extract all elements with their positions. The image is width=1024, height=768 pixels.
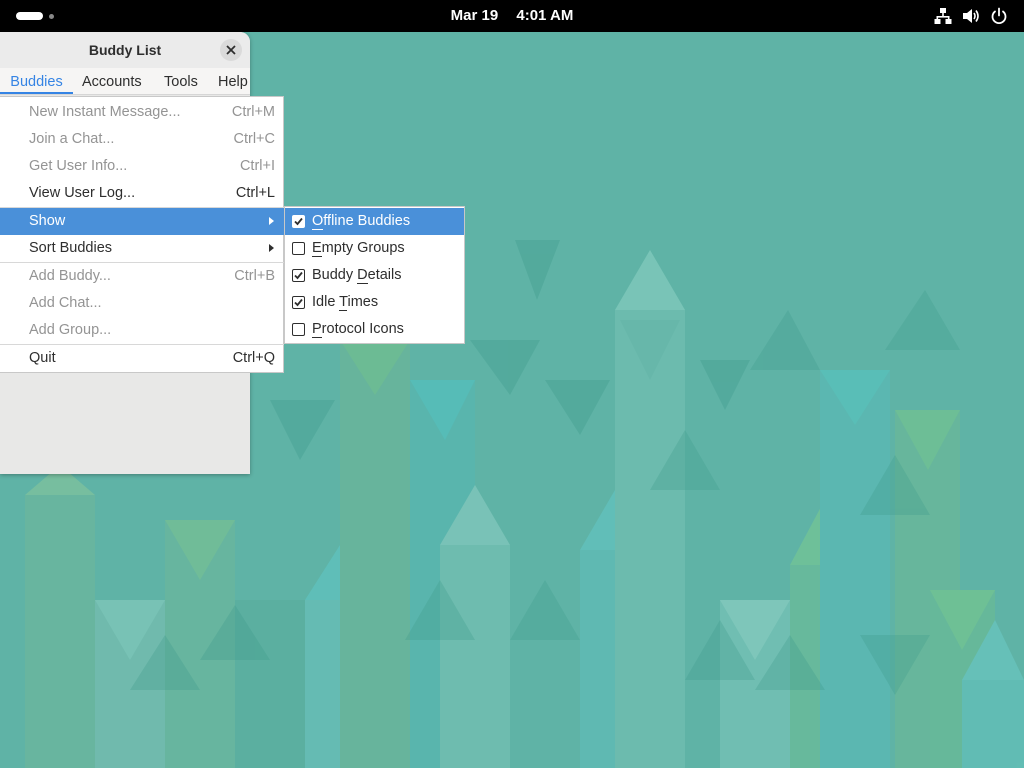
menu-item-join-chat[interactable]: Join a Chat... Ctrl+C	[0, 126, 284, 153]
submenu-item-label: Offline Buddies	[312, 213, 411, 230]
buddies-menu: New Instant Message... Ctrl+M Join a Cha…	[0, 96, 284, 373]
menubar-buddies[interactable]: Buddies	[0, 68, 73, 94]
submenu-item-label: Idle Times	[312, 294, 379, 311]
menu-item-shortcut: Ctrl+I	[239, 158, 275, 174]
submenu-item-idle-times[interactable]: Idle Times	[285, 289, 464, 316]
window-title: Buddy List	[88, 42, 162, 58]
submenu-item-buddy-details[interactable]: Buddy Details	[285, 262, 464, 289]
checkbox-unchecked[interactable]	[292, 242, 305, 255]
checkbox-checked[interactable]	[292, 269, 305, 282]
menu-item-shortcut: Ctrl+B	[234, 268, 275, 284]
menu-item-label: New Instant Message...	[29, 104, 181, 120]
window-titlebar[interactable]: Buddy List	[0, 32, 250, 68]
submenu-item-protocol-icons[interactable]: Protocol Icons	[285, 316, 464, 343]
checkbox-unchecked[interactable]	[292, 323, 305, 336]
menubar-help[interactable]: Help	[218, 68, 250, 94]
clock[interactable]: Mar 19 4:01 AM	[0, 0, 1024, 32]
show-submenu: Offline Buddies Empty Groups Buddy Detai…	[284, 206, 465, 344]
volume-icon[interactable]	[962, 7, 980, 25]
power-icon[interactable]	[990, 7, 1008, 25]
checkmark-icon	[294, 217, 303, 226]
top-bar: Mar 19 4:01 AM	[0, 0, 1024, 32]
menu-item-view-user-log[interactable]: View User Log... Ctrl+L	[0, 180, 284, 207]
submenu-arrow-icon	[269, 217, 274, 225]
submenu-item-label: Buddy Details	[312, 267, 402, 284]
menu-item-add-buddy[interactable]: Add Buddy... Ctrl+B	[0, 263, 284, 290]
submenu-item-empty-groups[interactable]: Empty Groups	[285, 235, 464, 262]
checkmark-icon	[294, 271, 303, 280]
menu-item-label: Show	[29, 213, 66, 229]
checkbox-checked[interactable]	[292, 296, 305, 309]
menu-item-get-user-info[interactable]: Get User Info... Ctrl+I	[0, 153, 284, 180]
menu-item-shortcut: Ctrl+Q	[232, 350, 275, 366]
menu-item-show[interactable]: Show	[0, 208, 284, 235]
clock-time: 4:01 AM	[516, 7, 574, 24]
menu-item-label: View User Log...	[29, 185, 136, 201]
menu-item-shortcut: Ctrl+M	[231, 104, 275, 120]
close-button[interactable]	[220, 39, 242, 61]
close-icon	[226, 45, 236, 55]
submenu-item-label: Empty Groups	[312, 240, 405, 257]
menubar-accounts[interactable]: Accounts	[82, 68, 142, 94]
menu-item-label: Get User Info...	[29, 158, 128, 174]
network-icon[interactable]	[934, 7, 952, 25]
menu-item-add-chat[interactable]: Add Chat...	[0, 290, 284, 317]
menu-item-quit[interactable]: Quit Ctrl+Q	[0, 345, 284, 372]
checkbox-checked[interactable]	[292, 215, 305, 228]
menubar: Buddies Accounts Tools Help	[0, 68, 250, 95]
menu-item-sort-buddies[interactable]: Sort Buddies	[0, 235, 284, 262]
menu-item-label: Add Buddy...	[29, 268, 111, 284]
submenu-item-offline-buddies[interactable]: Offline Buddies	[285, 208, 464, 235]
checkmark-icon	[294, 298, 303, 307]
submenu-item-label: Protocol Icons	[312, 321, 404, 338]
submenu-arrow-icon	[269, 244, 274, 252]
menubar-tools[interactable]: Tools	[164, 68, 198, 94]
menu-item-label: Join a Chat...	[29, 131, 115, 147]
menu-item-label: Sort Buddies	[29, 240, 113, 256]
menu-item-shortcut: Ctrl+C	[233, 131, 276, 147]
menu-item-shortcut: Ctrl+L	[235, 185, 275, 201]
clock-date: Mar 19	[450, 7, 499, 24]
menu-item-label: Add Group...	[29, 322, 112, 338]
menu-item-label: Add Chat...	[29, 295, 102, 311]
menu-item-label: Quit	[29, 350, 56, 366]
menu-item-add-group[interactable]: Add Group...	[0, 317, 284, 344]
menu-item-new-instant-message[interactable]: New Instant Message... Ctrl+M	[0, 99, 284, 126]
